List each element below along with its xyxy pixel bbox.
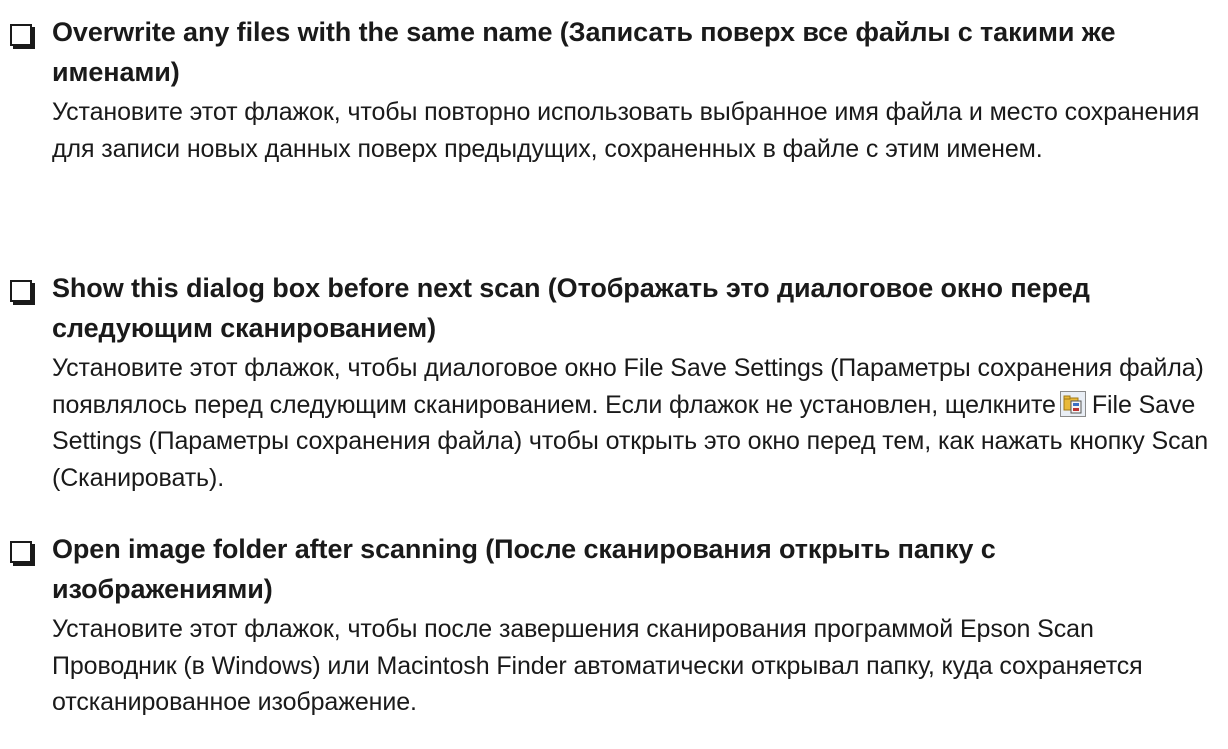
description-part-1: Установите этот флажок, чтобы диалоговое… (52, 354, 1204, 419)
option-title: Open image folder after scanning (После … (52, 534, 996, 604)
file-save-settings-icon (1059, 390, 1086, 417)
option-description: Установите этот флажок, чтобы повторно и… (52, 98, 1200, 163)
checkbox-icon (10, 24, 32, 46)
option-title: Overwrite any files with the same name (… (52, 17, 1116, 87)
option-description: Установите этот флажок, чтобы после заве… (52, 615, 1143, 716)
option-description: Установите этот флажок, чтобы диалоговое… (52, 350, 1222, 496)
checkbox-icon (10, 280, 32, 302)
document-page: Overwrite any files with the same name (… (0, 0, 1228, 749)
option-title: Show this dialog box before next scan (О… (52, 273, 1090, 343)
checkbox-icon (10, 541, 32, 563)
